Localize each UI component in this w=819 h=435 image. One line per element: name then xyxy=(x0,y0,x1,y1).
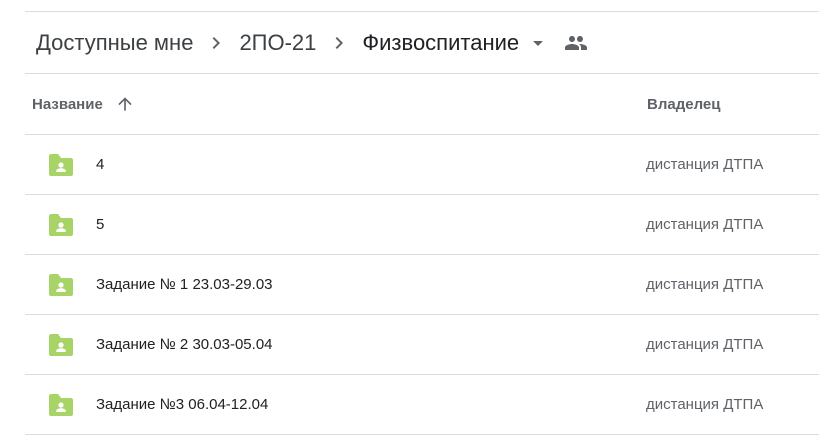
list-item[interactable]: Задание № 1 23.03-29.03 дистанция ДТПА xyxy=(25,254,819,314)
shared-folder-icon xyxy=(48,333,74,357)
chevron-right-icon xyxy=(327,31,351,55)
list-item[interactable]: Задание № 2 30.03-05.04 дистанция ДТПА xyxy=(25,314,819,374)
shared-folder-icon xyxy=(48,153,74,177)
item-name: Задание №3 06.04-12.04 xyxy=(96,396,269,413)
item-name: Задание № 2 30.03-05.04 xyxy=(96,336,273,353)
arrow-drop-down-icon[interactable] xyxy=(526,31,550,55)
top-divider xyxy=(25,11,819,12)
breadcrumb-item-shared-with-me[interactable]: Доступные мне xyxy=(36,24,193,62)
item-owner: дистанция ДТПА xyxy=(646,336,764,353)
column-header-name[interactable]: Название xyxy=(32,74,135,134)
column-header-owner-label: Владелец xyxy=(647,95,721,113)
breadcrumb-item-current-folder[interactable]: Физвоспитание xyxy=(362,24,519,62)
item-owner: дистанция ДТПА xyxy=(646,276,764,293)
column-header-owner[interactable]: Владелец xyxy=(647,74,720,134)
shared-folder-icon xyxy=(48,273,74,297)
shared-folder-icon xyxy=(48,393,74,417)
item-name: 5 xyxy=(96,216,105,233)
breadcrumb-item-group[interactable]: 2ПО-21 xyxy=(239,24,316,62)
item-owner: дистанция ДТПА xyxy=(646,156,764,173)
file-list: 4 дистанция ДТПА 5 дистанция ДТПА Задани… xyxy=(25,134,819,435)
item-owner: дистанция ДТПА xyxy=(646,216,764,233)
arrow-upward-icon[interactable] xyxy=(115,94,135,114)
column-header-row: Название Владелец xyxy=(25,74,819,134)
list-item[interactable]: 4 дистанция ДТПА xyxy=(25,134,819,194)
column-header-name-label: Название xyxy=(32,95,103,113)
drive-page: Доступные мне 2ПО-21 Физвоспитание Назва… xyxy=(0,0,819,435)
breadcrumb: Доступные мне 2ПО-21 Физвоспитание xyxy=(36,24,588,62)
chevron-right-icon xyxy=(204,31,228,55)
item-name: 4 xyxy=(96,156,105,173)
people-icon[interactable] xyxy=(564,31,588,55)
list-item[interactable]: 5 дистанция ДТПА xyxy=(25,194,819,254)
shared-folder-icon xyxy=(48,213,74,237)
list-item[interactable]: Задание №3 06.04-12.04 дистанция ДТПА xyxy=(25,374,819,435)
item-name: Задание № 1 23.03-29.03 xyxy=(96,276,273,293)
item-owner: дистанция ДТПА xyxy=(646,396,764,413)
